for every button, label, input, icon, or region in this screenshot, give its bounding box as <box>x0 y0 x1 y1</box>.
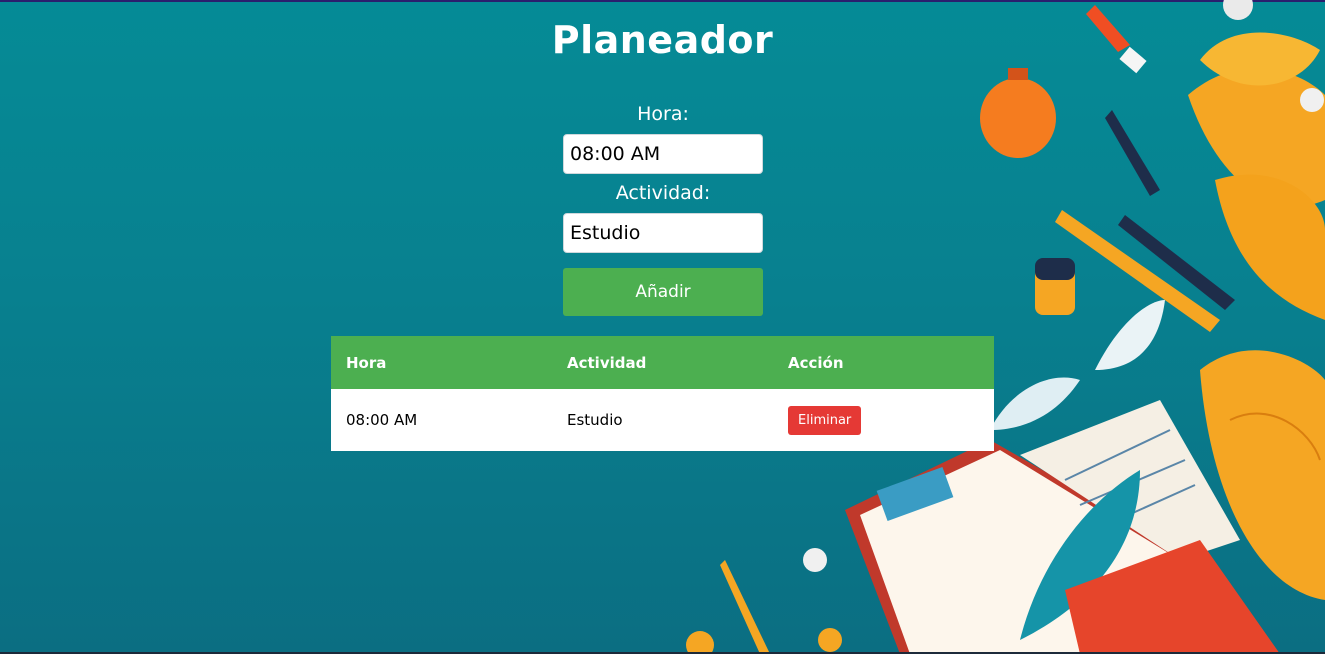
stationery-illustration <box>686 0 1325 654</box>
header-accion: Acción <box>788 353 844 372</box>
row-accion-cell: Eliminar <box>773 405 994 435</box>
header-hora: Hora <box>346 353 387 372</box>
row-actividad: Estudio <box>567 411 623 429</box>
actividad-label: Actividad: <box>615 182 711 204</box>
actividad-input[interactable]: Estudio <box>563 213 763 253</box>
hora-label: Hora: <box>637 103 689 125</box>
add-button[interactable]: Añadir <box>563 268 763 316</box>
table-row: 08:00 AM Estudio Eliminar <box>331 389 994 451</box>
delete-button[interactable]: Eliminar <box>788 405 862 435</box>
planner-table: Hora Actividad Acción 08:00 AM Estudio E… <box>331 336 994 451</box>
header-actividad: Actividad <box>567 353 647 372</box>
row-hora: 08:00 AM <box>346 411 418 429</box>
hora-input[interactable]: 08:00 AM <box>563 134 763 174</box>
table-header: Hora Actividad Acción <box>331 336 994 389</box>
page-title: Planeador <box>551 18 774 62</box>
